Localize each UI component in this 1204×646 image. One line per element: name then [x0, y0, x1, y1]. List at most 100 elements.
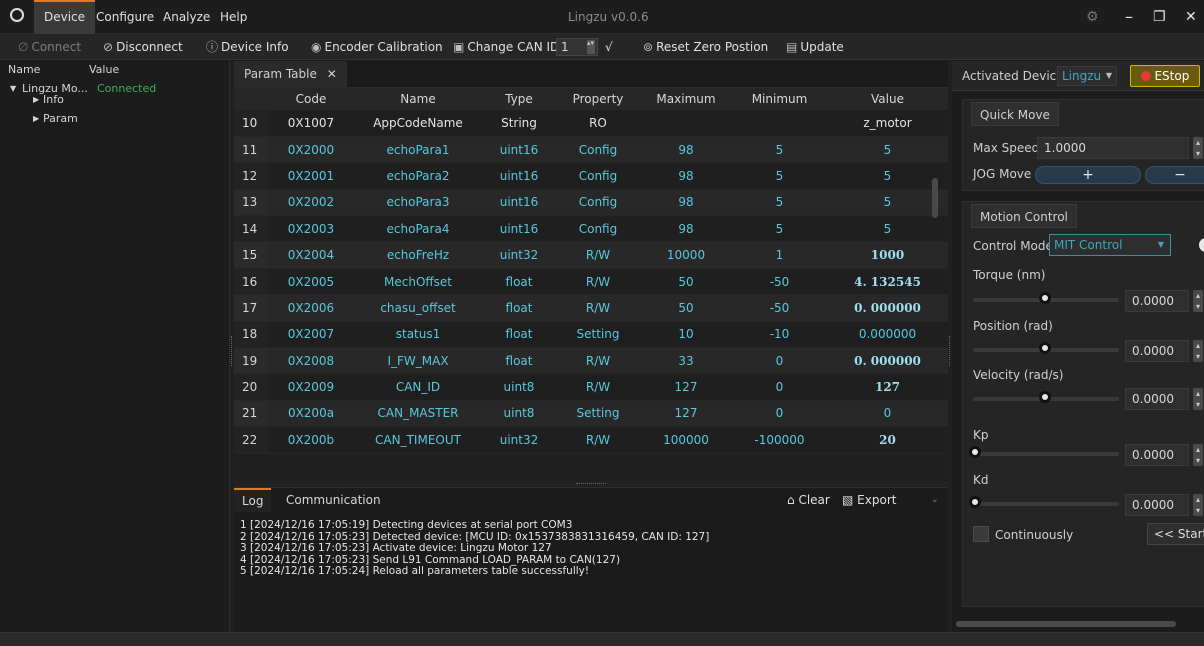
max-speed-input[interactable]: 1.0000	[1037, 137, 1189, 159]
tab-communication[interactable]: Communication	[278, 488, 389, 512]
clear-log-button[interactable]: ⌂ Clear	[787, 488, 830, 512]
tab-param-table[interactable]: Param Table ✕	[234, 61, 347, 88]
position-input[interactable]: 0.0000	[1125, 340, 1189, 362]
table-cell[interactable]: 5	[827, 189, 948, 217]
disconnect-button[interactable]: ⊘ Disconnect	[103, 34, 183, 60]
export-log-button[interactable]: ▧ Export	[842, 488, 896, 512]
column-header[interactable]: Type	[482, 88, 556, 110]
kd-slider-knob[interactable]	[969, 496, 981, 508]
table-row[interactable]: 20 0X2009 CAN_ID uint8 R/W 127 0 127	[234, 373, 948, 401]
table-cell[interactable]: 0	[827, 400, 948, 428]
param-table-container: Code Name Type Property Maximum Minimum Value …	[234, 88, 948, 481]
table-cell[interactable]: 0.000000	[827, 321, 948, 349]
kp-slider[interactable]	[973, 452, 1119, 456]
max-speed-stepper[interactable]: ▴ ▾	[1193, 137, 1203, 159]
tab-log[interactable]: Log	[234, 488, 272, 512]
confirm-can-id-button[interactable]: √	[605, 34, 613, 60]
table-cell[interactable]: z_motor	[827, 110, 948, 137]
table-row[interactable]: 17 0X2006 chasu_offset float R/W 50 -50 0. 0000…	[234, 294, 948, 322]
kd-slider[interactable]	[973, 502, 1119, 506]
table-cell[interactable]: 5	[827, 136, 948, 164]
control-mode-select[interactable]: MIT Control ▼	[1049, 234, 1171, 256]
can-id-stepper[interactable]: 1 ▴▾	[556, 38, 598, 56]
kp-slider-knob[interactable]	[969, 446, 981, 458]
tab-motion-control[interactable]: Motion Control	[971, 204, 1077, 228]
settings-gear-icon[interactable]: ⚙	[1086, 0, 1099, 34]
row-number: 19	[234, 347, 268, 375]
table-cell: I_FW_MAX	[354, 347, 482, 375]
table-cell[interactable]: 5	[827, 162, 948, 190]
table-cell[interactable]: 127	[827, 373, 948, 401]
motion-control-group: Motion Control Control Mode MIT Control …	[962, 201, 1204, 607]
broom-icon: ⌂	[787, 493, 795, 507]
toggle-switch-icon[interactable]	[1199, 238, 1204, 252]
table-row[interactable]: 12 0X2001 echoPara2 uint16 Config 98 5 5	[234, 162, 948, 190]
table-row[interactable]: 15 0X2004 echoFreHz uint32 R/W 10000 1 1000	[234, 241, 948, 269]
table-row[interactable]: 10 0X1007 AppCodeName String RO z_motor	[234, 110, 948, 137]
tab-quick-move[interactable]: Quick Move	[971, 102, 1059, 126]
table-cell: R/W	[556, 373, 640, 401]
connect-button[interactable]: ∅ Connect	[18, 34, 81, 60]
kd-input[interactable]: 0.0000	[1125, 494, 1189, 516]
table-row[interactable]: 11 0X2000 echoPara1 uint16 Config 98 5 5	[234, 136, 948, 164]
maximize-icon[interactable]: ❐	[1153, 0, 1166, 34]
table-row[interactable]: 14 0X2003 echoPara4 uint16 Config 98 5 5	[234, 215, 948, 243]
torque-slider-knob[interactable]	[1039, 292, 1051, 304]
table-cell[interactable]: 0. 000000	[827, 294, 948, 322]
menu-device[interactable]: Device	[34, 0, 96, 34]
table-row[interactable]: 18 0X2007 status1 float Setting 10 -10 0.000000	[234, 321, 948, 349]
table-row[interactable]: 22 0X200b CAN_TIMEOUT uint32 R/W 100000 -10000…	[234, 426, 948, 454]
menu-help[interactable]: Help	[220, 0, 247, 34]
velocity-input[interactable]: 0.0000	[1125, 388, 1189, 410]
torque-stepper[interactable]: ▴ ▾	[1193, 290, 1203, 312]
kp-input[interactable]: 0.0000	[1125, 444, 1189, 466]
column-header[interactable]: Code	[268, 88, 354, 110]
table-cell[interactable]: 1000	[827, 241, 948, 269]
jog-plus-button[interactable]: +	[1035, 166, 1141, 184]
start-button[interactable]: << Start	[1147, 523, 1204, 545]
column-header[interactable]: Minimum	[732, 88, 827, 110]
kd-stepper[interactable]: ▴ ▾	[1193, 494, 1203, 516]
table-cell: AppCodeName	[354, 110, 482, 137]
row-number: 20	[234, 373, 268, 401]
column-header[interactable]: Maximum	[640, 88, 732, 110]
position-slider-knob[interactable]	[1039, 342, 1051, 354]
change-can-id-button[interactable]: ▣ Change CAN ID	[453, 34, 559, 60]
table-row[interactable]: 21 0X200a CAN_MASTER uint8 Setting 127 0 0	[234, 400, 948, 428]
velocity-stepper[interactable]: ▴ ▾	[1193, 388, 1203, 410]
kp-stepper[interactable]: ▴ ▾	[1193, 444, 1203, 466]
activated-device-select[interactable]: Lingzu ▼	[1057, 66, 1117, 86]
close-icon[interactable]: ✕	[1185, 0, 1197, 34]
encoder-calibration-button[interactable]: ◉ Encoder Calibration	[311, 34, 443, 60]
table-row[interactable]: 16 0X2005 MechOffset float R/W 50 -50 4. 132545	[234, 268, 948, 296]
torque-input[interactable]: 0.0000	[1125, 290, 1189, 312]
close-tab-icon[interactable]: ✕	[327, 67, 337, 81]
continuously-checkbox[interactable]	[973, 526, 989, 542]
can-id-stepper-arrows-icon[interactable]: ▴▾	[587, 40, 595, 54]
table-cell[interactable]: 0. 000000	[827, 347, 948, 375]
table-row[interactable]: 13 0X2002 echoPara3 uint16 Config 98 5 5	[234, 189, 948, 217]
table-cell[interactable]: 4. 132545	[827, 268, 948, 296]
reset-zero-button[interactable]: ⊚ Reset Zero Postion	[643, 34, 768, 60]
column-header[interactable]: Name	[354, 88, 482, 110]
menu-configure[interactable]: Configure	[96, 0, 154, 34]
table-scrollbar[interactable]	[932, 178, 938, 218]
table-cell[interactable]: 5	[827, 215, 948, 243]
menu-analyze[interactable]: Analyze	[163, 0, 210, 34]
update-button[interactable]: ▤ Update	[786, 34, 844, 60]
position-stepper[interactable]: ▴ ▾	[1193, 340, 1203, 362]
estop-button[interactable]: EStop	[1130, 65, 1200, 87]
velocity-slider-knob[interactable]	[1039, 391, 1051, 403]
minimize-icon[interactable]: –	[1125, 0, 1133, 34]
column-header[interactable]	[234, 88, 268, 110]
column-header[interactable]: Property	[556, 88, 640, 110]
jog-minus-button[interactable]: −	[1145, 166, 1204, 184]
column-header[interactable]: Value	[827, 88, 948, 110]
device-info-button[interactable]: ⓘ Device Info	[206, 34, 289, 60]
export-icon: ▧	[842, 493, 854, 507]
table-cell[interactable]: 20	[827, 426, 948, 454]
table-cell: uint16	[482, 162, 556, 190]
table-row[interactable]: 19 0X2008 I_FW_MAX float R/W 33 0 0. 000000	[234, 347, 948, 375]
log-menu-chevron-icon[interactable]: ⌄	[931, 488, 939, 512]
right-panel-h-scrollbar[interactable]	[956, 621, 1176, 627]
